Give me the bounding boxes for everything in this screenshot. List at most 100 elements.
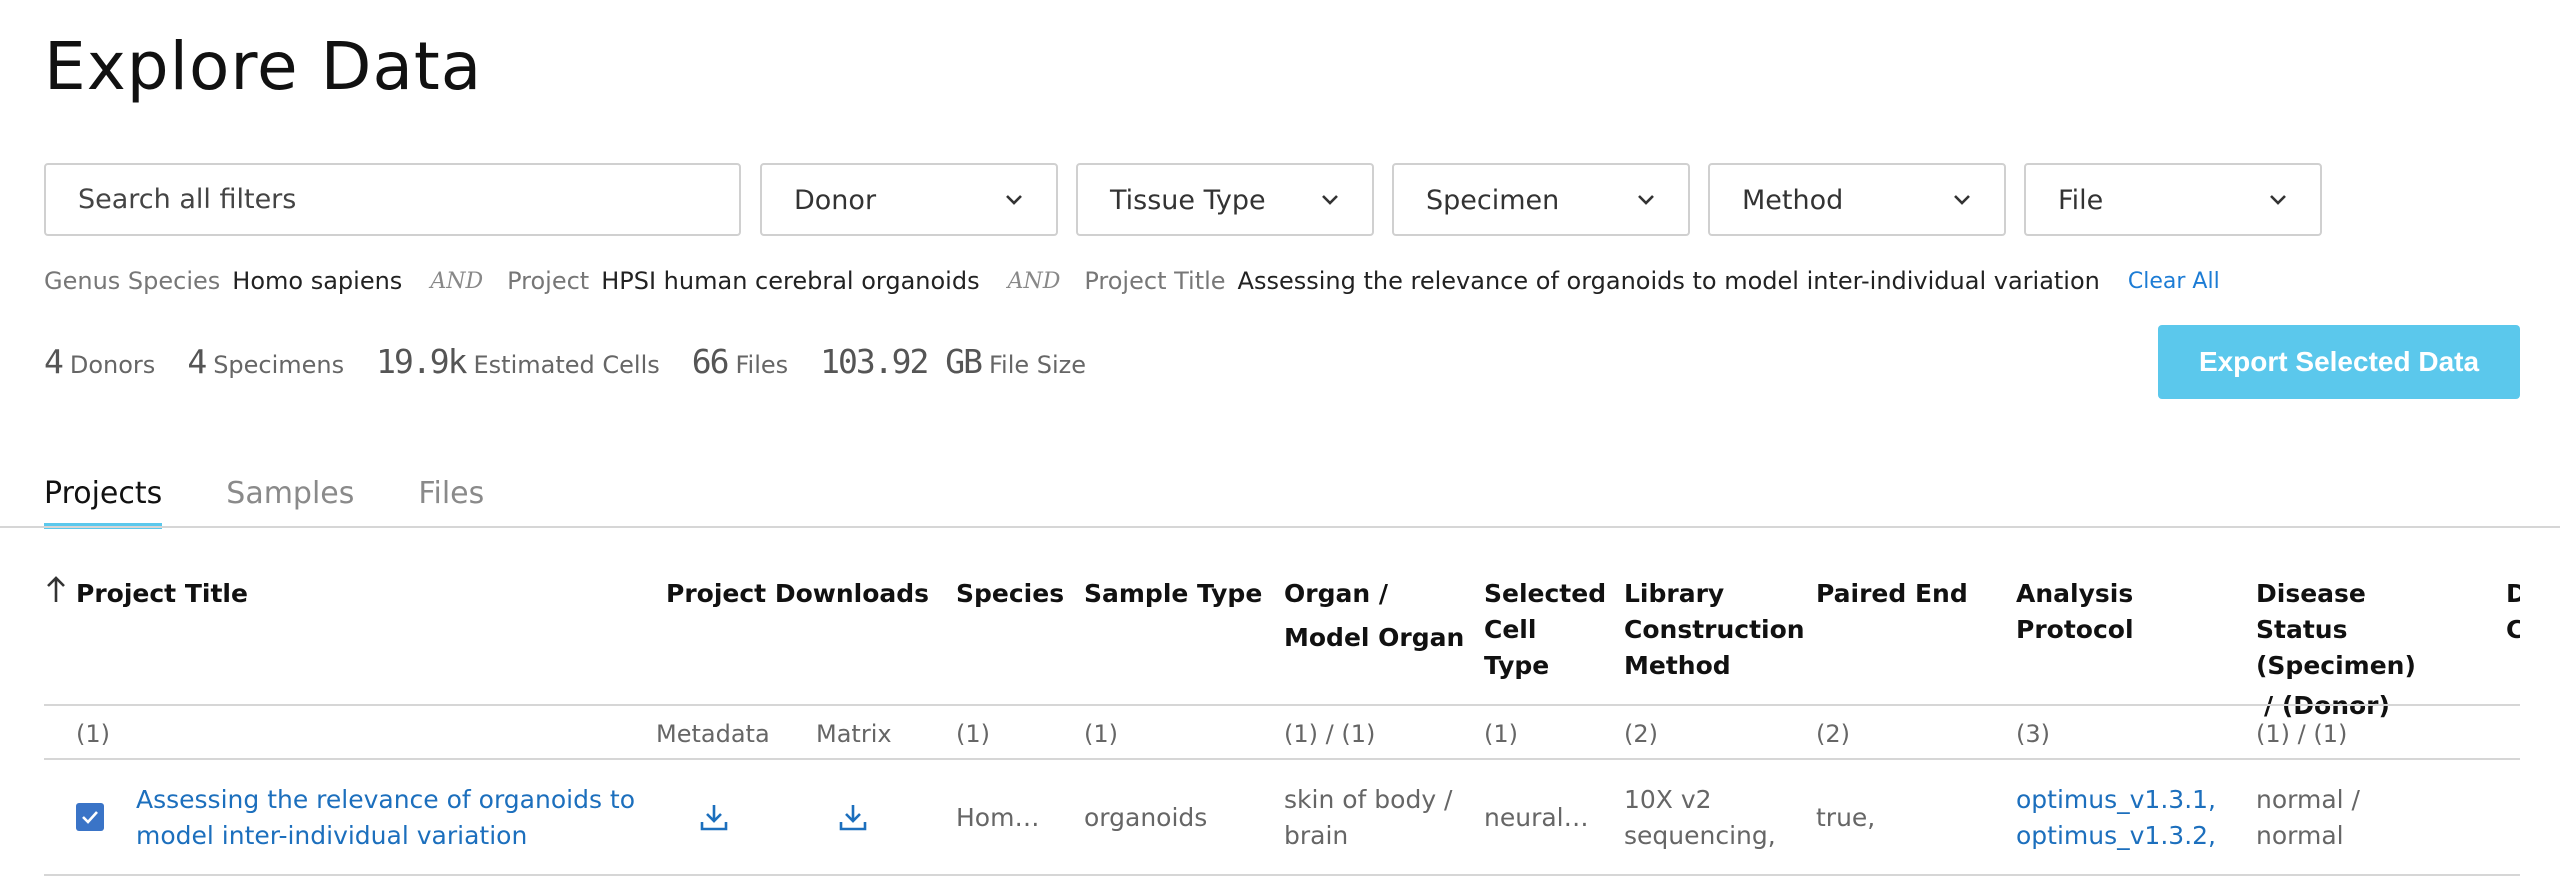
count-disease-status: (1) / (1) [2256,720,2348,748]
stat-value: 19.9k [376,342,467,381]
tab-projects[interactable]: Projects [44,476,163,529]
column-header-line: / (Donor) [2264,691,2390,720]
stat-donors: 4 Donors [44,342,155,381]
page-title: Explore Data [44,28,483,105]
cell-disease-status: normal / normal [2256,782,2360,854]
cell-organ: skin of body / brain [1284,782,1452,854]
chevron-down-icon [1006,195,1022,205]
row-divider [44,874,2520,876]
stat-label: Files [735,351,789,379]
column-header-project-title[interactable]: Project Title [76,576,248,612]
cell-line: normal [2256,821,2344,850]
cell-library: 10X v2 sequencing, [1624,782,1776,854]
summary-stats: 4 Donors 4 Specimens 19.9k Estimated Cells … [44,342,1118,381]
filter-label: Method [1742,185,1844,216]
download-icon[interactable] [836,800,870,834]
column-header-line: Model Organ [1284,623,1465,652]
column-header-line: Disease Status (Specimen) [2256,579,2416,680]
filter-label: Specimen [1426,185,1560,216]
cell-analysis-protocol: optimus_v1.3.1, optimus_v1.3.2, [2016,782,2216,854]
stat-specimens: 4 Specimens [187,342,344,381]
term-facet: Genus Species [44,267,221,295]
filter-label: Donor [794,185,877,216]
chevron-down-icon [1954,195,1970,205]
count-paired-end: (2) [1816,720,1850,748]
and-operator: AND [430,268,484,294]
tab-bar: Projects Samples Files [44,476,548,529]
cell-line: brain [1284,821,1349,850]
column-header-library-construction-method[interactable]: Library Construction Method [1624,576,1805,684]
chevron-down-icon [1638,195,1654,205]
count-analysis-protocol: (3) [2016,720,2050,748]
term-value[interactable]: Homo sapiens [232,267,402,295]
count-sample-type: (1) [1084,720,1118,748]
stat-value: 4 [44,342,64,381]
chevron-down-icon [2270,195,2286,205]
column-header-species[interactable]: Species [956,576,1064,612]
analysis-protocol-link[interactable]: optimus_v1.3.2, [2016,818,2216,854]
stat-file-size: 103.92 GB File Size [820,342,1086,381]
stat-label: Specimens [213,351,345,379]
column-header-selected-cell-type[interactable]: Selected Cell Type [1484,576,1606,684]
filter-donor[interactable]: Donor [760,163,1058,236]
term-facet: Project [507,267,590,295]
stat-value: 103.92 GB [820,342,983,381]
subheader-metadata: Metadata [656,720,770,748]
filter-label: Tissue Type [1110,185,1266,216]
cell-line: 10X v2 [1624,785,1712,814]
chevron-down-icon [1322,195,1338,205]
export-selected-data-button[interactable]: Export Selected Data [2158,325,2520,399]
stat-label: File Size [988,351,1087,379]
arrow-up-icon[interactable] [44,574,68,604]
stat-value: 66 [691,342,730,381]
cell-species: Hom… [956,803,1040,832]
column-header-sample-type[interactable]: Sample Type [1084,576,1262,612]
filter-specimen[interactable]: Specimen [1392,163,1690,236]
stat-value: 4 [187,342,207,381]
cell-line: normal / [2256,785,2360,814]
stat-label: Donors [69,351,156,379]
download-icon[interactable] [697,800,731,834]
header-divider [44,704,2520,706]
term-value[interactable]: Assessing the relevance of organoids to … [1238,267,2100,295]
selected-terms: Genus Species Homo sapiens AND Project H… [44,266,2220,296]
search-input[interactable] [46,165,739,234]
count-library: (2) [1624,720,1658,748]
subheader-matrix: Matrix [816,720,892,748]
term-value[interactable]: HPSI human cerebral organoids [601,267,979,295]
column-header-organ[interactable]: Organ / Model Organ [1284,576,1464,656]
count-selected-cell-type: (1) [1484,720,1518,748]
column-header-analysis-protocol[interactable]: Analysis Protocol [2016,576,2156,648]
column-header-paired-end[interactable]: Paired End [1816,576,1968,612]
count-organ: (1) / (1) [1284,720,1376,748]
stat-cells: 19.9k Estimated Cells [376,342,660,381]
column-header-truncated[interactable]: D C [2506,576,2520,648]
project-title-link[interactable]: Assessing the relevance of organoids to … [136,782,656,854]
and-operator: AND [1007,268,1061,294]
column-header-disease-status[interactable]: Disease Status (Specimen) / (Donor) [2256,576,2456,724]
row-checkbox[interactable] [76,803,104,831]
tab-files[interactable]: Files [418,476,484,529]
cell-sample-type: organoids [1084,803,1208,832]
clear-all-link[interactable]: Clear All [2128,269,2220,294]
stat-files: 66 Files [692,342,788,381]
counts-divider [44,758,2520,760]
analysis-protocol-link[interactable]: optimus_v1.3.1, [2016,782,2216,818]
search-box[interactable] [44,163,741,236]
check-icon [82,811,98,824]
filter-tissue-type[interactable]: Tissue Type [1076,163,1374,236]
tab-divider [0,526,2560,528]
column-header-project-downloads: Project Downloads [666,579,930,608]
filter-method[interactable]: Method [1708,163,2006,236]
cell-selected-cell-type: neural… [1484,803,1589,832]
count-species: (1) [956,720,990,748]
column-header-line: Organ / [1284,579,1388,608]
term-facet: Project Title [1084,267,1226,295]
tab-samples[interactable]: Samples [226,476,354,529]
cell-line: skin of body / [1284,785,1453,814]
count-project-title: (1) [76,720,110,748]
filter-file[interactable]: File [2024,163,2322,236]
filter-label: File [2058,185,2104,216]
cell-line: sequencing, [1624,821,1776,850]
stat-label: Estimated Cells [473,351,660,379]
